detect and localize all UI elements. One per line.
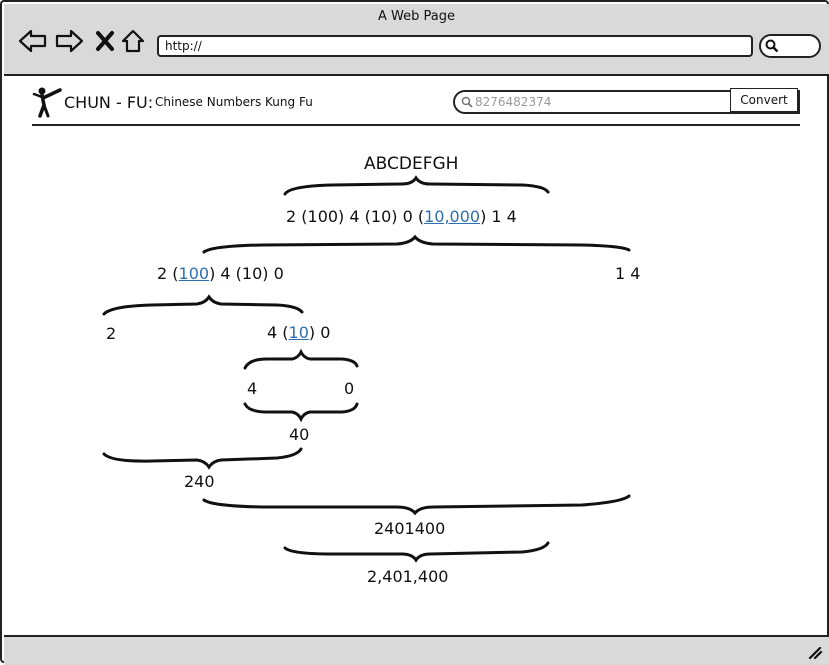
level2-left-expression: 2 (100) 4 (10) 0 xyxy=(157,264,284,283)
level2-text-b: ) 4 (10) 0 xyxy=(209,264,284,283)
resize-grip-icon[interactable] xyxy=(807,645,823,659)
level3-left-value: 2 xyxy=(106,324,117,343)
brace-diagram xyxy=(102,175,631,563)
final-result: 2,401,400 xyxy=(367,567,449,586)
level2-text-a: 2 ( xyxy=(157,264,179,283)
sum-240: 240 xyxy=(184,472,215,491)
level3-text-b: ) 0 xyxy=(308,323,331,342)
level3-text-a: 4 ( xyxy=(267,323,289,342)
link-10[interactable]: 10 xyxy=(289,323,309,342)
sum-40: 40 xyxy=(289,425,310,444)
level4-right-value: 0 xyxy=(344,379,355,398)
status-bar xyxy=(4,635,829,665)
browser-window: A Web Page http:// CHUN - FU: Chinese Nu… xyxy=(0,0,829,665)
level4-left-value: 4 xyxy=(247,379,258,398)
level2-right-value: 1 4 xyxy=(615,264,641,283)
link-10000[interactable]: 10,000 xyxy=(424,207,480,226)
input-letters: ABCDEFGH xyxy=(364,154,459,174)
sum-2401400: 2401400 xyxy=(374,519,446,538)
level1-text-b: ) 1 4 xyxy=(480,207,517,226)
level3-right-expression: 4 (10) 0 xyxy=(267,323,330,342)
link-100[interactable]: 100 xyxy=(179,264,210,283)
level1-expression: 2 (100) 4 (10) 0 (10,000) 1 4 xyxy=(286,207,517,226)
level1-text-a: 2 (100) 4 (10) 0 ( xyxy=(286,207,425,226)
